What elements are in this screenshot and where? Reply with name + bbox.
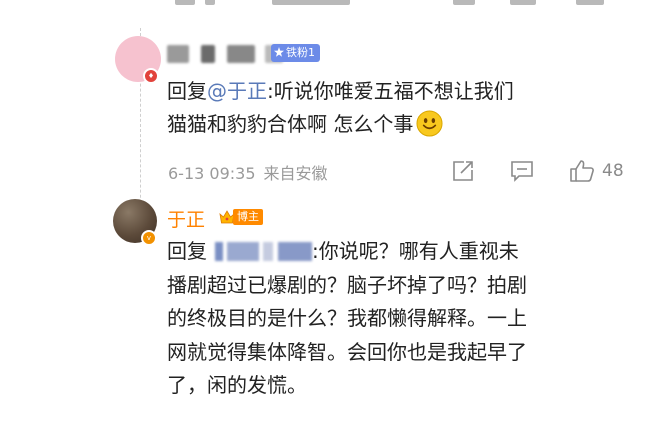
- fan-icon: [274, 47, 284, 57]
- location: 来自安徽: [263, 164, 328, 183]
- comment-text: 回复 :你说呢？哪有人重视未 播剧超过已爆剧的？脑子坏掉了吗？拍剧 的终极目的是什…: [167, 235, 527, 403]
- username-host[interactable]: 于正: [167, 205, 205, 232]
- comment-text: 回复@于正:听说你唯爱五福不想让我们 猫猫和豹豹合体啊 怎么个事: [167, 75, 514, 141]
- host-badge: 博主: [219, 206, 263, 226]
- like-icon: [570, 160, 594, 182]
- mention-link[interactable]: @于正: [207, 79, 267, 103]
- username-obscured[interactable]: [167, 42, 284, 64]
- comment-line-3: 的终极目的是什么？我都懒得解释。一上: [167, 306, 527, 330]
- timestamp: 6-13 09:35: [168, 164, 256, 183]
- share-button[interactable]: [452, 157, 474, 185]
- user-level-icon: ♦: [143, 68, 159, 84]
- smiley-icon: [416, 110, 443, 137]
- reply-prefix: 回复: [167, 79, 207, 103]
- fan-badge: 铁粉1: [271, 44, 320, 62]
- verified-icon: v: [141, 230, 157, 246]
- like-button[interactable]: 48: [569, 157, 624, 185]
- share-icon: [453, 161, 473, 181]
- comment-icon: [511, 161, 533, 182]
- reply-prefix: 回复: [167, 239, 207, 263]
- like-count: 48: [602, 161, 624, 181]
- comment-line-2: 猫猫和豹豹合体啊 怎么个事: [167, 112, 414, 136]
- previous-comment-cropped: [0, 0, 650, 10]
- mention-obscured[interactable]: [215, 239, 312, 263]
- comment-line-1: :听说你唯爱五福不想让我们: [267, 79, 514, 103]
- comment-line-1: :你说呢？哪有人重视未: [312, 239, 519, 263]
- fan-badge-label: 铁粉1: [286, 46, 315, 59]
- comment-line-2: 播剧超过已爆剧的？脑子坏掉了吗？拍剧: [167, 272, 527, 297]
- comment-line-4: 网就觉得集体降智。会回你也是我起早了: [167, 339, 527, 364]
- comment-meta: 6-13 09:35 来自安徽: [168, 160, 328, 184]
- host-badge-label: 博主: [233, 208, 263, 225]
- comment-line-5: 了，闲的发慌。: [167, 373, 307, 397]
- reply-button[interactable]: [510, 157, 534, 185]
